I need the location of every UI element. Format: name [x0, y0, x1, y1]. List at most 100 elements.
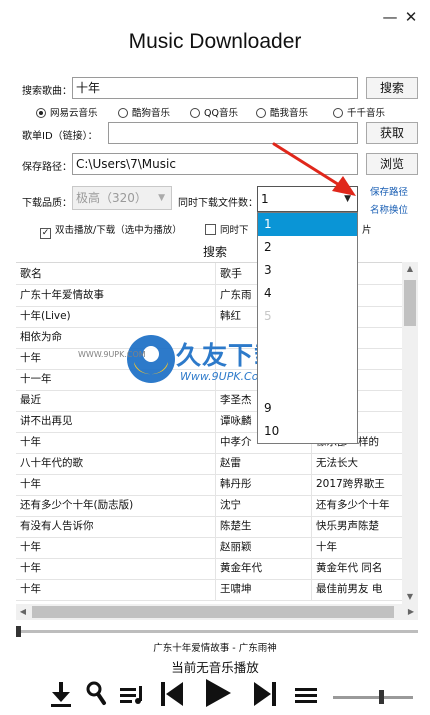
volume-slider[interactable] [333, 696, 413, 699]
now-playing-title: 广东十年爱情故事 - 广东雨神 [153, 643, 277, 654]
option3-label: 片 [362, 225, 372, 236]
source-radio-netease[interactable]: 网易云音乐 [36, 105, 98, 119]
checkbox [205, 224, 216, 235]
chevron-down-icon: ▼ [158, 193, 165, 203]
vertical-scrollbar[interactable]: ▲ ▼ [402, 262, 418, 604]
cell-album: 2017跨界歌王 [316, 478, 385, 490]
dropdown-option[interactable]: 10 [258, 420, 357, 443]
cell-album: 还有多少个十年 [316, 499, 390, 511]
name-swap-link[interactable]: 名称换位 [370, 202, 408, 216]
cell-title: 还有多少个十年(励志版) [16, 495, 216, 516]
save-path-link[interactable]: 保存路径 [370, 184, 408, 198]
radio-dot [118, 108, 128, 118]
scroll-thumb[interactable] [404, 280, 416, 326]
dropdown-option[interactable]: 1 [258, 213, 357, 236]
source-radio-qianqian[interactable]: 千千音乐 [333, 105, 385, 119]
radio-dot [333, 108, 343, 118]
progress-handle[interactable] [16, 626, 21, 637]
cell-album: 黄金年代 同名 [316, 562, 383, 574]
source-radio-qq[interactable]: QQ音乐 [190, 105, 238, 119]
source-radio-kugou[interactable]: 酷狗音乐 [118, 105, 170, 119]
scroll-down-icon[interactable]: ▼ [402, 590, 418, 604]
quality-label: 下载品质： [22, 198, 72, 209]
scroll-left-icon[interactable]: ◀ [16, 604, 30, 620]
dropdown-option[interactable]: 4 [258, 282, 357, 305]
cell-title: 十年 [16, 537, 216, 558]
table-row[interactable]: 十年 黄金年代 黄金年代 同名 [16, 558, 402, 580]
cell-artist: 赵雷 [216, 453, 312, 474]
dropdown-option[interactable]: 3 [258, 259, 357, 282]
table-row[interactable]: 还有多少个十年(励志版) 沈宁 还有多少个十年 [16, 495, 402, 517]
volume-handle[interactable] [379, 690, 384, 704]
play-icon[interactable] [203, 678, 233, 708]
scroll-right-icon[interactable]: ▶ [404, 604, 418, 620]
watermark-url-left: WWW.9UPK.COM [78, 350, 146, 359]
cell-title: 八十年代的歌 [16, 453, 216, 474]
option2-label: 同时下 [220, 225, 249, 236]
dropdown-option[interactable]: 9 [258, 397, 357, 420]
search-input[interactable]: 十年 [72, 77, 358, 99]
table-row[interactable]: 十年 王啸坤 最佳前男友 电 [16, 579, 402, 601]
fetch-button[interactable]: 获取 [366, 122, 418, 144]
cell-title: 有没有人告诉你 [16, 516, 216, 537]
simultaneous-option[interactable]: 同时下 [205, 222, 249, 236]
radio-label: 酷我音乐 [270, 108, 309, 119]
cell-artist: 韩丹彤 [216, 474, 312, 495]
dropdown-option[interactable]: 5 [258, 305, 357, 328]
close-button[interactable]: ✕ [402, 8, 420, 26]
cell-title: 最近 [16, 390, 216, 411]
concurrent-label: 同时下载文件数： [178, 198, 258, 209]
checkbox-checked: ✓ [40, 228, 51, 239]
dropdown-option[interactable]: 7 [258, 351, 357, 374]
next-icon[interactable] [252, 680, 278, 708]
quality-value: 极高（320） [76, 191, 147, 205]
playlist-label: 歌单ID（链接）： [22, 131, 98, 142]
concurrent-dropdown-list[interactable]: 1 2 3 4 5 6 7 8 9 10 [257, 212, 358, 444]
hscroll-thumb[interactable] [32, 606, 394, 618]
annotation-arrow-icon [272, 142, 356, 196]
radio-dot-selected [36, 108, 46, 118]
playback-progress[interactable] [16, 630, 418, 633]
dropdown-option[interactable]: 8 [258, 374, 357, 397]
table-row[interactable]: 十年 韩丹彤 2017跨界歌王 [16, 474, 402, 496]
horizontal-scrollbar[interactable]: ◀ ▶ [16, 604, 418, 620]
scroll-up-icon[interactable]: ▲ [402, 262, 418, 276]
playlist-icon[interactable] [119, 680, 145, 708]
dropdown-option[interactable]: 2 [258, 236, 357, 259]
table-row[interactable]: 八十年代的歌 赵雷 无法长大 [16, 453, 402, 475]
table-row[interactable]: 有没有人告诉你 陈楚生 快乐男声陈楚 [16, 516, 402, 538]
search-icon[interactable] [85, 680, 107, 708]
column-header-title[interactable]: 歌名 [16, 263, 216, 284]
dropdown-option[interactable]: 6 [258, 328, 357, 351]
cell-album: 无法长大 [316, 457, 358, 469]
save-path-label: 保存路径： [22, 162, 72, 173]
cell-title: 十年 [16, 579, 216, 600]
cell-artist: 沈宁 [216, 495, 312, 516]
radio-label: 酷狗音乐 [132, 108, 171, 119]
browse-button[interactable]: 浏览 [366, 153, 418, 175]
menu-icon[interactable] [294, 680, 320, 708]
minimize-button[interactable]: — [381, 8, 399, 26]
source-radio-kuwo[interactable]: 酷我音乐 [256, 105, 308, 119]
watermark-logo-icon [127, 335, 175, 383]
cell-title: 广东十年爱情故事 [16, 285, 216, 306]
results-title: 搜索 [202, 245, 227, 259]
cell-title: 讲不出再见 [16, 411, 216, 432]
cell-title: 十年 [16, 558, 216, 579]
search-button[interactable]: 搜索 [366, 77, 418, 99]
cell-artist: 黄金年代 [216, 558, 312, 579]
radio-dot [256, 108, 266, 118]
table-row[interactable]: 十年 赵丽颖 十年 [16, 537, 402, 559]
download-icon[interactable] [49, 680, 73, 708]
cell-album: 快乐男声陈楚 [316, 520, 379, 532]
cell-title: 十年(Live) [16, 306, 216, 327]
previous-icon[interactable] [159, 680, 185, 708]
quality-select[interactable]: 极高（320） ▼ [72, 186, 172, 210]
cell-title: 十年 [16, 474, 216, 495]
cell-artist: 陈楚生 [216, 516, 312, 537]
dblclick-label: 双击播放/下载（选中为播放） [55, 225, 182, 236]
cell-album: 十年 [316, 541, 337, 553]
dblclick-option[interactable]: ✓ 双击播放/下载（选中为播放） [40, 222, 182, 239]
radio-label: 网易云音乐 [50, 108, 98, 119]
app-title: Music Downloader [128, 30, 302, 53]
